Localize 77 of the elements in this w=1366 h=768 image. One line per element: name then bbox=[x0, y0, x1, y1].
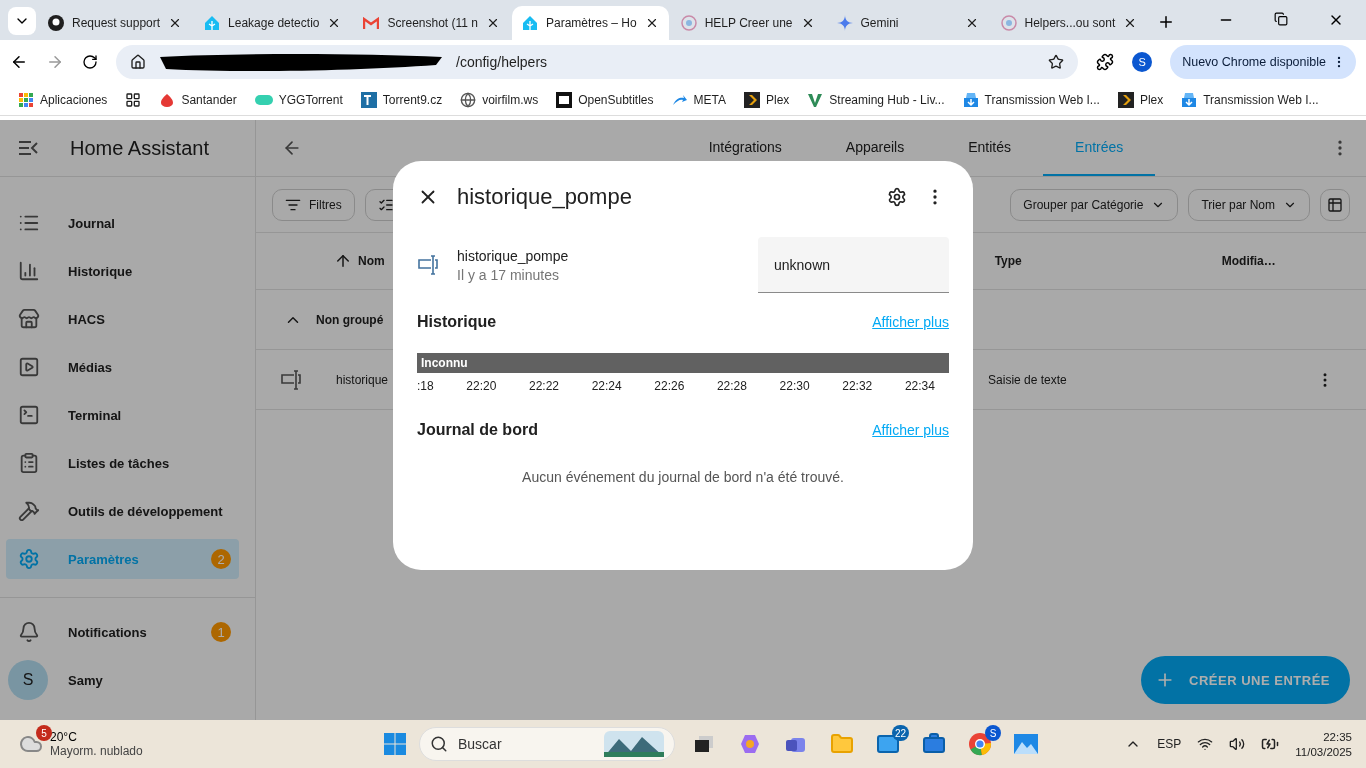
last-changed: Il y a 17 minutes bbox=[457, 266, 560, 283]
item-label: HACS bbox=[68, 311, 105, 327]
bookmark[interactable]: Plex bbox=[744, 91, 790, 108]
sidebar-item[interactable]: Outils de développement bbox=[6, 491, 239, 531]
entity-name: historique_pompe bbox=[457, 247, 570, 264]
sidebar-item[interactable]: Terminal bbox=[6, 395, 239, 435]
item-label: Outils de développement bbox=[68, 503, 223, 519]
url-text: /config/helpers bbox=[456, 54, 549, 70]
browser-tab[interactable]: Gemini bbox=[826, 6, 989, 40]
notifications-item[interactable]: Notifications 1 bbox=[6, 612, 239, 652]
browser-tab[interactable]: HELP Creer une bbox=[670, 6, 825, 40]
browser-tab[interactable]: Screenshot (11 n bbox=[353, 6, 510, 40]
table-cell: historique bbox=[336, 372, 389, 387]
axis-tick-label: 22:28 bbox=[716, 379, 747, 393]
filters-button[interactable]: Filtres bbox=[272, 188, 355, 221]
sidebar-item[interactable]: Médias bbox=[6, 347, 239, 387]
section-heading: Historique bbox=[417, 313, 497, 331]
item-label: Médias bbox=[68, 359, 113, 375]
section-heading: Journal de bord bbox=[417, 421, 538, 439]
axis-tick-label: 22:32 bbox=[842, 379, 873, 393]
browser-tab[interactable]: Leakage detectio bbox=[194, 6, 352, 40]
bookmark[interactable]: OpenSubtitles bbox=[556, 91, 654, 108]
language-indicator[interactable]: ESP bbox=[1157, 737, 1182, 751]
browser-tab[interactable]: Helpers...ou sont bbox=[990, 6, 1148, 40]
column-header: Nom bbox=[358, 254, 385, 268]
item-label: Listes de tâches bbox=[68, 455, 170, 471]
update-chrome-button[interactable]: Nuevo Chrome disponible bbox=[1170, 45, 1356, 79]
item-label: Historique bbox=[68, 263, 133, 279]
axis-tick-label: 22:30 bbox=[779, 379, 810, 393]
bookmark[interactable]: Streaming Hub - Liv... bbox=[807, 91, 945, 108]
axis-tick-label: 22:26 bbox=[654, 379, 685, 393]
column-header: Type bbox=[994, 254, 1022, 268]
bookmark[interactable]: voirfilm.ws bbox=[460, 91, 539, 108]
user-avatar: S bbox=[8, 660, 48, 700]
weather-text: Mayorm. nublado bbox=[50, 744, 143, 758]
item-label: Terminal bbox=[68, 407, 122, 423]
axis-tick-label: 22:22 bbox=[528, 379, 559, 393]
axis-tick-label: 22:34 bbox=[904, 379, 935, 393]
temperature: 20°C bbox=[50, 730, 78, 744]
bookmark[interactable]: Plex bbox=[1117, 91, 1164, 108]
user-item[interactable]: S Samy bbox=[6, 660, 239, 700]
bookmark[interactable]: Aplicaciones bbox=[18, 91, 108, 108]
bookmark[interactable]: Transmission Web I... bbox=[962, 91, 1100, 108]
item-label: Journal bbox=[68, 215, 115, 231]
count-badge: 1 bbox=[211, 622, 231, 642]
bookmark[interactable]: Transmission Web I... bbox=[1181, 91, 1319, 108]
bookmark[interactable]: YGGTorrent bbox=[254, 92, 343, 107]
profile-avatar[interactable]: S bbox=[1132, 52, 1153, 72]
sidebar-item[interactable]: Listes de tâches bbox=[6, 443, 239, 483]
clock[interactable]: 22:35 11/03/2025 bbox=[1295, 730, 1352, 758]
item-label: Notifications bbox=[68, 624, 147, 640]
axis-tick-label: 22:20 bbox=[466, 379, 497, 393]
axis-tick-label: 22:24 bbox=[591, 379, 622, 393]
state-timeline-bar: Inconnu bbox=[417, 353, 949, 373]
column-header: Modifia… bbox=[1221, 254, 1276, 268]
sidebar-item[interactable]: HACS bbox=[6, 299, 239, 339]
address-bar[interactable]: /config/helpers bbox=[116, 45, 1079, 79]
bookmark[interactable]: Santander bbox=[159, 91, 237, 108]
dialog-title: historique_pompe bbox=[457, 184, 633, 210]
value-field[interactable]: unknown bbox=[758, 237, 949, 293]
sidebar-item[interactable]: Historique bbox=[6, 251, 239, 291]
table-cell: Saisie de texte bbox=[988, 372, 1067, 387]
item-label: Samy bbox=[68, 672, 103, 688]
bookmark[interactable]: Torrent9.cz bbox=[360, 91, 443, 108]
bookmark[interactable]: META bbox=[671, 91, 726, 108]
sort-button[interactable]: Trier par Nom bbox=[1188, 188, 1310, 221]
group-by-button[interactable]: Grouper par Catégorie bbox=[1010, 188, 1179, 221]
axis-tick-label: :18 bbox=[417, 379, 434, 393]
count-badge: 2 bbox=[211, 549, 231, 569]
empty-message: Aucun événement du journal de bord n'a été trouvé. bbox=[521, 469, 845, 485]
browser-tab[interactable]: Paramètres – Ho bbox=[511, 6, 669, 40]
taskbar-search[interactable]: Buscar bbox=[419, 727, 675, 761]
browser-tab[interactable]: Request support bbox=[38, 6, 193, 40]
sidebar-item[interactable]: Journal bbox=[6, 203, 239, 243]
app-title: Home Assistant bbox=[70, 136, 209, 160]
group-label: Non groupé bbox=[316, 312, 384, 327]
item-label: Paramètres bbox=[68, 551, 139, 567]
